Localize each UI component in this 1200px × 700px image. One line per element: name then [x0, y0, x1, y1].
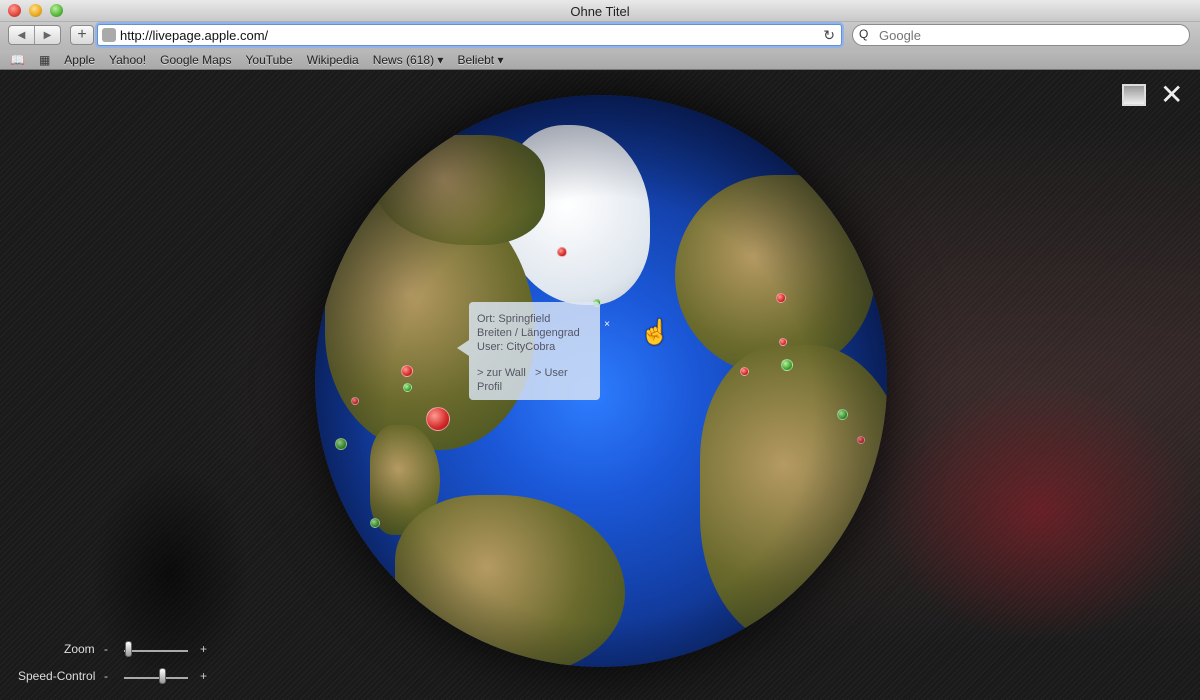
address-bar[interactable]: http://livepage.apple.com/ ↻ — [97, 24, 842, 46]
search-bar[interactable]: Q — [852, 24, 1190, 46]
zoom-slider-track[interactable] — [124, 650, 188, 652]
speed-plus-button[interactable]: + — [200, 669, 207, 683]
forward-button[interactable]: ▶ — [34, 26, 60, 44]
nav-buttons: ◀ ▶ — [8, 25, 61, 45]
map-pin[interactable] — [779, 338, 787, 346]
map-pin[interactable] — [837, 409, 848, 420]
bookmark-google-maps[interactable]: Google Maps — [160, 53, 231, 67]
speed-slider-track[interactable] — [124, 677, 188, 679]
apple-favicon-icon — [102, 28, 116, 42]
map-pin[interactable] — [865, 490, 872, 497]
map-pin[interactable] — [370, 518, 380, 528]
fullscreen-icon[interactable] — [1122, 84, 1146, 106]
background-blur — [90, 461, 250, 691]
speed-minus-button[interactable]: - — [104, 669, 108, 683]
africa-land — [700, 345, 887, 645]
wall-link[interactable]: > zur Wall — [477, 367, 526, 379]
zoom-plus-button[interactable]: + — [200, 642, 207, 656]
map-pin[interactable] — [557, 247, 567, 257]
south-america-land — [395, 495, 625, 667]
selected-map-pin[interactable] — [426, 407, 450, 431]
bookmark-youtube[interactable]: YouTube — [246, 53, 293, 67]
coordinates-text: Breiten / Längengrad — [477, 327, 580, 339]
background-blur — [880, 381, 1200, 641]
map-pin[interactable] — [740, 367, 749, 376]
zoom-label: Zoom — [64, 642, 95, 656]
map-pin[interactable] — [476, 660, 483, 667]
top-sites-grid-icon[interactable]: ▦ — [39, 53, 50, 67]
browser-toolbar: ◀ ▶ + http://livepage.apple.com/ ↻ Q — [0, 22, 1200, 50]
map-pin[interactable] — [335, 438, 347, 450]
map-pin[interactable] — [403, 383, 412, 392]
back-button[interactable]: ◀ — [9, 26, 34, 44]
map-pin[interactable] — [351, 397, 359, 405]
window-title: Ohne Titel — [570, 4, 630, 19]
book-icon[interactable]: 📖 — [10, 53, 25, 67]
map-pin[interactable] — [776, 293, 786, 303]
speed-slider-thumb[interactable] — [159, 668, 166, 684]
popup-links: > zur Wall > User Profil — [477, 366, 592, 394]
user-text: User: CityCobra — [477, 341, 556, 353]
bookmark-yahoo[interactable]: Yahoo! — [109, 53, 146, 67]
title-bar: Ohne Titel — [0, 0, 1200, 22]
map-pin[interactable] — [781, 359, 793, 371]
bookmark-apple[interactable]: Apple — [64, 53, 95, 67]
page-content: Ort: Springfield Breiten / Längengrad Us… — [0, 71, 1200, 700]
speed-control-label: Speed-Control — [18, 669, 96, 683]
add-bookmark-button[interactable]: + — [70, 25, 94, 45]
reload-icon[interactable]: ↻ — [823, 27, 835, 44]
map-pin[interactable] — [857, 436, 865, 444]
map-pin[interactable] — [864, 503, 875, 514]
location-info-popup: Ort: Springfield Breiten / Längengrad Us… — [457, 302, 610, 400]
search-input[interactable] — [879, 28, 1179, 43]
globe[interactable] — [315, 95, 887, 667]
search-icon[interactable]: Q — [859, 27, 868, 41]
bookmark-news-menu[interactable]: News (618) ▾ — [373, 53, 444, 67]
close-popup-icon[interactable]: × — [604, 318, 610, 332]
bookmarks-bar: 📖 ▦ Apple Yahoo! Google Maps YouTube Wik… — [0, 50, 1200, 70]
map-pin[interactable] — [401, 365, 413, 377]
location-text: Ort: Springfield — [477, 313, 551, 325]
bookmark-wikipedia[interactable]: Wikipedia — [307, 53, 359, 67]
bookmark-beliebt-menu[interactable]: Beliebt ▾ — [457, 53, 503, 67]
close-x-icon[interactable]: ✕ — [1160, 81, 1183, 109]
zoom-slider-thumb[interactable] — [125, 641, 132, 657]
url-text[interactable]: http://livepage.apple.com/ — [120, 28, 268, 43]
zoom-minus-button[interactable]: - — [104, 642, 108, 656]
hand-cursor-icon: ☝ — [640, 319, 670, 346]
